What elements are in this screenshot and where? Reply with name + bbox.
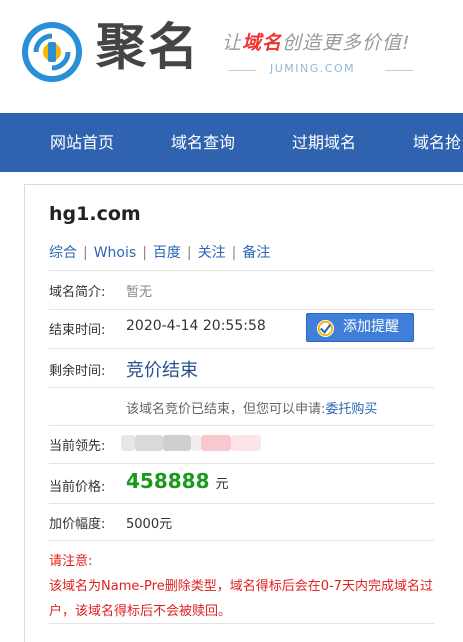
blur-block [231, 435, 261, 451]
price-amount: 458888 [126, 469, 210, 493]
site-url: JUMING.COM [228, 62, 413, 78]
divider [385, 70, 413, 71]
main-nav: 网站首页 域名查询 过期域名 域名抢 [0, 113, 463, 172]
link-separator: | [83, 245, 88, 261]
add-reminder-button[interactable]: 添加提醒 [306, 313, 414, 342]
intro-label: 域名简介: [49, 285, 106, 300]
remaining-time-value: 竞价结束 [126, 360, 198, 381]
notice-body: 该域名为Name-Pre删除类型，域名得标后会在0-7天内完成域名过户，该域名得… [49, 579, 433, 619]
nav-item-domain-search[interactable]: 域名查询 [171, 113, 235, 172]
site-url-text: JUMING.COM [270, 62, 356, 75]
leader-value-blurred [121, 435, 271, 451]
slogan-highlight: 域名 [242, 32, 283, 54]
apply-text: 该域名竞价已结束，但您可以申请:委托购买 [126, 398, 377, 417]
domain-links: 综合 | Whois | 百度 | 关注 | 备注 [49, 242, 270, 262]
link-overview[interactable]: 综合 [49, 245, 77, 261]
site-header: 聚名 让域名创造更多价值! JUMING.COM [0, 0, 463, 113]
increment-label: 加价幅度: [49, 517, 106, 532]
link-whois[interactable]: Whois [94, 245, 136, 261]
row-divider [49, 309, 434, 310]
remaining-time-label: 剩余时间: [49, 364, 106, 379]
link-separator: | [231, 245, 237, 261]
entrust-purchase-link[interactable]: 委托购买 [325, 402, 377, 417]
row-divider [49, 425, 434, 426]
blur-block [121, 435, 135, 451]
link-follow[interactable]: 关注 [198, 245, 226, 261]
leader-label: 当前领先: [49, 439, 106, 454]
row-divider [49, 540, 434, 541]
row-divider [49, 623, 434, 624]
price-unit: 元 [215, 477, 229, 492]
nav-item-home[interactable]: 网站首页 [50, 113, 114, 172]
row-divider [49, 270, 434, 271]
add-reminder-label: 添加提醒 [343, 319, 399, 335]
slogan-post: 创造更多价值! [282, 32, 411, 54]
row-divider [49, 463, 434, 464]
slogan: 让域名创造更多价值! [222, 28, 411, 55]
row-divider [49, 503, 434, 504]
check-badge-icon [316, 319, 335, 338]
link-note[interactable]: 备注 [242, 245, 270, 261]
apply-message: 该域名竞价已结束，但您可以申请: [126, 402, 326, 417]
end-time-value: 2020-4-14 20:55:58 [126, 318, 266, 334]
link-separator: | [142, 245, 147, 261]
price-label: 当前价格: [49, 480, 106, 495]
increment-value: 5000元 [126, 517, 173, 532]
divider [228, 70, 256, 71]
blur-block [163, 435, 191, 451]
blur-block [191, 435, 201, 451]
notice-title: 请注意: [49, 554, 93, 569]
domain-detail-panel: hg1.com 综合 | Whois | 百度 | 关注 | 备注 域名简介: 暂无 结束时间:… [24, 184, 463, 642]
slogan-pre: 让 [222, 32, 243, 54]
notice-box: 请注意: 该域名为Name-Pre删除类型，域名得标后会在0-7天内完成域名过户… [49, 549, 439, 624]
link-baidu[interactable]: 百度 [153, 245, 181, 261]
blur-block [135, 435, 163, 451]
nav-item-expired-domains[interactable]: 过期域名 [292, 113, 356, 172]
juming-logo-icon[interactable] [22, 22, 82, 82]
brand-name[interactable]: 聚名 [96, 14, 200, 80]
domain-title: hg1.com [49, 203, 141, 225]
intro-value: 暂无 [126, 285, 153, 300]
blur-block [201, 435, 231, 451]
link-separator: | [186, 245, 192, 261]
row-divider [49, 348, 434, 349]
nav-item-domain-snap[interactable]: 域名抢 [413, 113, 461, 172]
row-divider [49, 387, 434, 388]
current-price: 458888 元 [126, 469, 229, 493]
end-time-label: 结束时间: [49, 323, 106, 338]
